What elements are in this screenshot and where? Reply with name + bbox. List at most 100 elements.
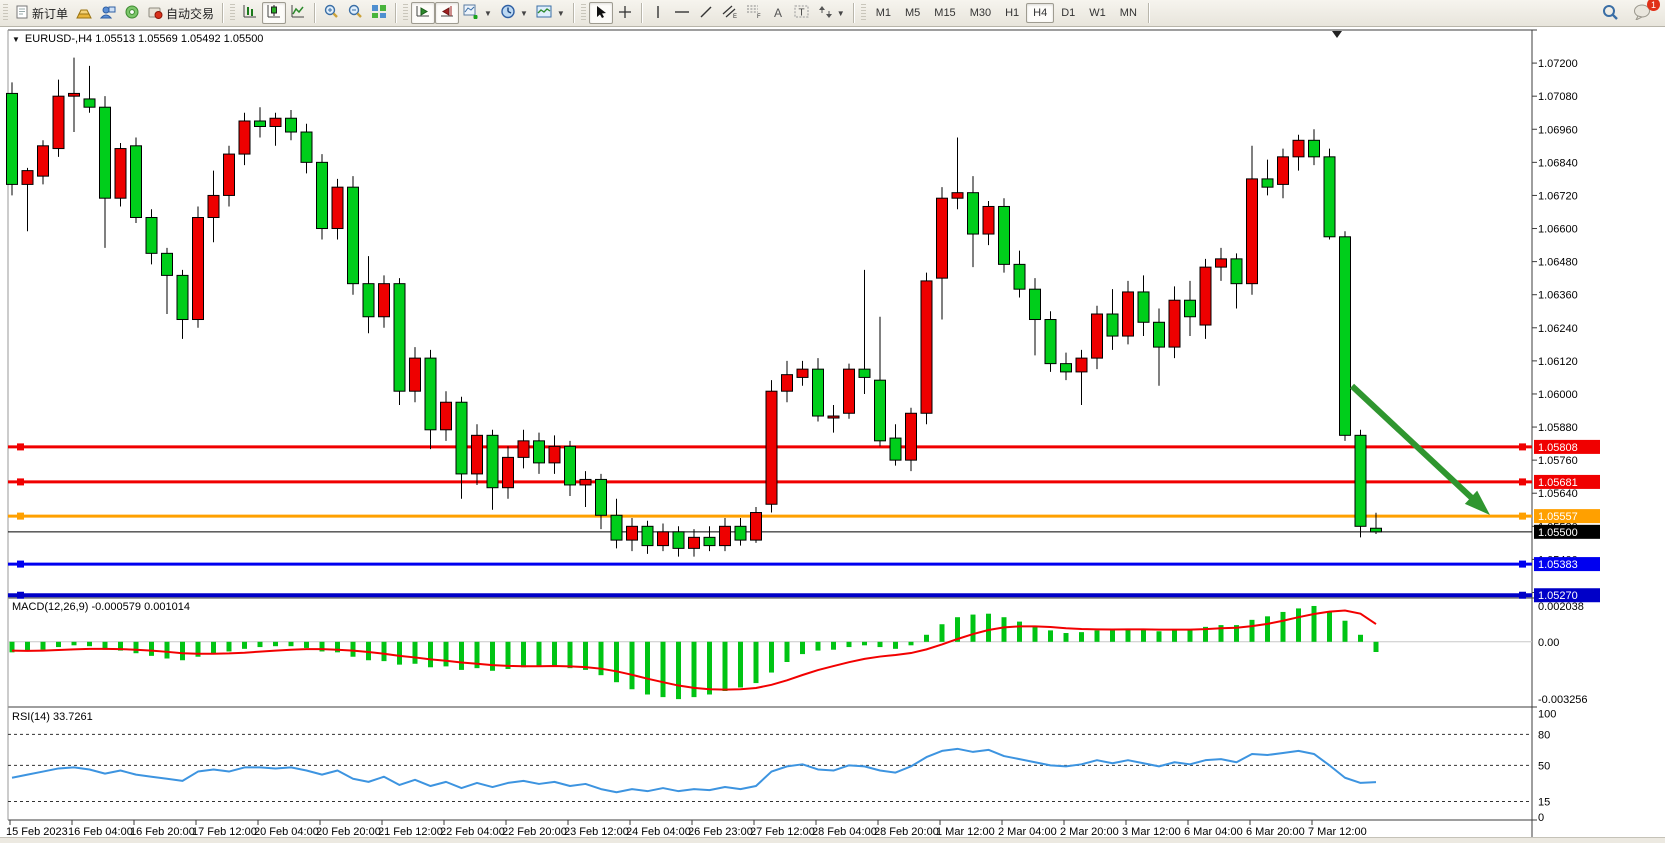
- cursor-button[interactable]: [589, 2, 613, 24]
- candle-bear: [348, 187, 359, 284]
- line-handle-right[interactable]: [1519, 478, 1526, 485]
- signals-button[interactable]: [120, 2, 144, 24]
- charts-profile-button[interactable]: [72, 2, 96, 24]
- timeframe-button-h4[interactable]: H4: [1026, 3, 1054, 23]
- candle-bear: [317, 162, 328, 228]
- new-order-button[interactable]: 新订单: [11, 2, 72, 24]
- timeframe-button-d1[interactable]: D1: [1054, 3, 1082, 23]
- line-handle-right[interactable]: [1519, 561, 1526, 568]
- macd-scale-label: -0.003256: [1538, 694, 1588, 706]
- tile-windows-icon: [371, 4, 387, 22]
- label-button[interactable]: T: [790, 2, 814, 24]
- line-handle-left[interactable]: [17, 443, 24, 450]
- signals-icon: [124, 5, 140, 22]
- price-tick-label: 1.06720: [1538, 190, 1578, 202]
- tile-windows-button[interactable]: [367, 2, 391, 24]
- time-axis-label: 20 Feb 20:00: [316, 826, 381, 838]
- candle-bear: [735, 526, 746, 540]
- candle-bear: [1030, 289, 1041, 319]
- line-handle-right[interactable]: [1519, 443, 1526, 450]
- timeframe-button-m30[interactable]: M30: [963, 3, 998, 23]
- market-watch-button[interactable]: [96, 2, 120, 24]
- toolbar-separator: [1148, 3, 1149, 23]
- line-handle-right[interactable]: [1519, 592, 1526, 599]
- rsi-scale-label: 100: [1538, 709, 1556, 721]
- periods-clock-icon: [500, 4, 516, 22]
- price-tick-label: 1.07080: [1538, 91, 1578, 103]
- candle-bull: [503, 457, 514, 487]
- autotrading-button[interactable]: 自动交易: [144, 2, 218, 24]
- candle-bear: [100, 107, 111, 198]
- time-axis-label: 15 Feb 2023: [6, 826, 68, 838]
- text-button[interactable]: A: [766, 2, 790, 24]
- candle-bull: [193, 217, 204, 319]
- candlestick-button[interactable]: [262, 2, 286, 24]
- zoom-out-button[interactable]: [343, 2, 367, 24]
- candle-bear: [162, 253, 173, 275]
- notifications-button[interactable]: 1: [1629, 2, 1655, 24]
- line-handle-right[interactable]: [1519, 513, 1526, 520]
- candle-bull: [38, 146, 49, 176]
- candle-bear: [1154, 322, 1165, 347]
- vertical-line-button[interactable]: [646, 2, 670, 24]
- chevron-down-icon: ▼: [484, 9, 492, 18]
- time-axis-label: 28 Feb 04:00: [812, 826, 877, 838]
- time-axis-label: 16 Feb 04:00: [68, 826, 133, 838]
- collapse-triangle-icon[interactable]: ▼: [12, 35, 20, 44]
- templates-button[interactable]: ▼: [532, 2, 569, 24]
- chart-canvas[interactable]: 1.072001.070801.069601.068401.067201.066…: [0, 0, 1665, 843]
- autotrading-icon: [148, 5, 163, 22]
- timeframe-button-m5[interactable]: M5: [898, 3, 927, 23]
- line-handle-left[interactable]: [17, 513, 24, 520]
- candle-bull: [1200, 267, 1211, 325]
- line-handle-left[interactable]: [17, 478, 24, 485]
- periods-button[interactable]: ▼: [496, 2, 532, 24]
- price-label-text: 1.05808: [1538, 442, 1578, 454]
- timeframe-button-w1[interactable]: W1: [1082, 3, 1113, 23]
- candle-bear: [425, 358, 436, 430]
- search-button[interactable]: [1598, 2, 1623, 24]
- toolbar-grip: [403, 4, 408, 22]
- candle-bull: [937, 198, 948, 278]
- time-axis-label: 6 Mar 04:00: [1184, 826, 1243, 838]
- candle-bear: [1014, 264, 1025, 289]
- zoom-in-button[interactable]: [319, 2, 343, 24]
- timeframe-button-m15[interactable]: M15: [927, 3, 962, 23]
- candle-bull: [208, 195, 219, 217]
- chart-shift-button[interactable]: [435, 2, 459, 24]
- arrows-button[interactable]: ▼: [814, 2, 849, 24]
- indicators-button[interactable]: ▼: [459, 2, 496, 24]
- candle-bull: [379, 284, 390, 317]
- price-label-text: 1.05270: [1538, 590, 1578, 602]
- candle-bear: [1371, 528, 1382, 532]
- channel-button[interactable]: E: [718, 2, 742, 24]
- vertical-line-icon: [653, 5, 663, 22]
- timeframe-button-h1[interactable]: H1: [998, 3, 1026, 23]
- timeframe-button-mn[interactable]: MN: [1113, 3, 1144, 23]
- crosshair-button[interactable]: [613, 2, 637, 24]
- rsi-scale-label: 0: [1538, 812, 1544, 824]
- line-chart-button[interactable]: [286, 2, 310, 24]
- text-icon: A: [772, 5, 784, 22]
- candle-bear: [1355, 435, 1366, 526]
- candle-bear: [456, 402, 467, 474]
- svg-text:T: T: [798, 8, 804, 19]
- auto-scroll-button[interactable]: [411, 2, 435, 24]
- line-handle-left[interactable]: [17, 561, 24, 568]
- templates-icon: [536, 5, 553, 22]
- trendline-button[interactable]: [694, 2, 718, 24]
- horizontal-line-button[interactable]: [670, 2, 694, 24]
- candle-bear: [84, 99, 95, 107]
- new-order-icon: [15, 5, 29, 22]
- price-tick-label: 1.06000: [1538, 389, 1578, 401]
- candle-bear: [968, 193, 979, 234]
- candle-bear: [813, 369, 824, 416]
- timeframe-button-m1[interactable]: M1: [869, 3, 898, 23]
- price-tick-label: 1.05880: [1538, 422, 1578, 434]
- fibonacci-button[interactable]: F: [742, 2, 766, 24]
- candle-bull: [1216, 259, 1227, 267]
- toolbar-grip: [861, 4, 866, 22]
- line-handle-left[interactable]: [17, 592, 24, 599]
- bar-chart-button[interactable]: [238, 2, 262, 24]
- price-tick-label: 1.06480: [1538, 257, 1578, 269]
